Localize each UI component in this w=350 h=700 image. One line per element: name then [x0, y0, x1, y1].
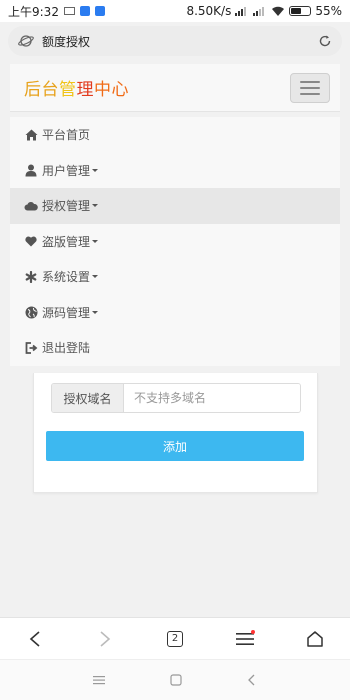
- caret-down-icon: [92, 204, 99, 208]
- network-speed: 8.50K/s: [186, 4, 232, 18]
- back-arrow-icon: [29, 630, 40, 647]
- menu-icon: [236, 632, 254, 645]
- browser-menu-button[interactable]: [225, 619, 265, 659]
- menu-item-5[interactable]: 系统设置: [10, 259, 340, 295]
- browser-toolbar: 2: [0, 617, 350, 659]
- domain-input[interactable]: [124, 384, 300, 412]
- status-time: 上午9:32: [8, 4, 59, 19]
- tab-count: 2: [167, 630, 183, 647]
- menu-item-label: 授权管理: [42, 199, 91, 214]
- signal-icon-2: [253, 7, 265, 16]
- caret-down-icon: [92, 168, 99, 172]
- battery-percent: 55%: [315, 4, 342, 18]
- top-navbar: 后台管理中心: [10, 64, 340, 112]
- recent-apps-icon[interactable]: [92, 675, 105, 685]
- home-outline-icon: [307, 630, 323, 647]
- home-square-icon[interactable]: [170, 674, 182, 686]
- app-notification-icon-2: [94, 6, 105, 16]
- menu-item-label: 平台首页: [42, 128, 91, 143]
- caret-down-icon: [92, 275, 99, 279]
- hamburger-bar: [300, 92, 320, 95]
- user-icon: [24, 163, 38, 177]
- hamburger-bar: [300, 80, 320, 83]
- add-button[interactable]: 添加: [46, 431, 304, 461]
- asterisk-icon: [24, 270, 38, 284]
- nav-menu: 平台首页用户管理授权管理盗版管理系统设置源码管理退出登陆: [10, 117, 340, 366]
- brand-title-part: 理: [76, 80, 94, 100]
- menu-item-label: 源码管理: [42, 305, 91, 320]
- brand-title-part: 中心: [94, 80, 129, 100]
- menu-item-label: 用户管理: [42, 163, 91, 178]
- domain-input-group: 授权域名: [51, 383, 301, 413]
- address-text: 额度授权: [42, 34, 91, 49]
- home-icon: [24, 128, 38, 142]
- address-bar[interactable]: 额度授权: [8, 26, 342, 56]
- brand-title-part: 管: [59, 80, 77, 100]
- home-button[interactable]: [295, 619, 335, 659]
- menu-item-3[interactable]: 授权管理: [10, 188, 340, 224]
- mail-icon: [63, 7, 75, 15]
- app-notification-icon: [79, 6, 90, 16]
- system-navigation-bar: [0, 659, 350, 700]
- domain-label: 授权域名: [52, 384, 124, 412]
- menu-item-7[interactable]: 退出登陆: [10, 330, 340, 366]
- battery-icon: [289, 6, 312, 16]
- reload-icon[interactable]: [318, 34, 332, 48]
- menu-item-2[interactable]: 用户管理: [10, 153, 340, 189]
- menu-toggle-button[interactable]: [290, 72, 330, 103]
- forward-arrow-icon: [100, 630, 111, 647]
- back-button[interactable]: [15, 619, 55, 659]
- status-bar: 上午9:32 8.50K/s 55%: [0, 0, 350, 22]
- authorize-form-card: 授权域名 添加: [33, 373, 318, 493]
- menu-item-6[interactable]: 源码管理: [10, 295, 340, 331]
- signal-icon: [235, 7, 247, 16]
- globe-icon: [24, 305, 38, 319]
- wifi-icon: [272, 6, 285, 16]
- brand-title-part: 后台: [24, 80, 59, 100]
- caret-down-icon: [92, 239, 99, 243]
- menu-item-label: 退出登陆: [42, 341, 91, 356]
- tabs-button[interactable]: 2: [155, 619, 195, 659]
- logout-icon: [24, 341, 38, 355]
- heart-icon: [24, 234, 38, 248]
- forward-button[interactable]: [85, 619, 125, 659]
- notification-dot: [251, 629, 255, 634]
- cloud-icon: [24, 199, 38, 213]
- menu-item-1[interactable]: 平台首页: [10, 117, 340, 153]
- planet-icon: [18, 35, 34, 47]
- menu-item-label: 盗版管理: [42, 234, 91, 249]
- menu-item-label: 系统设置: [42, 270, 91, 285]
- menu-item-4[interactable]: 盗版管理: [10, 224, 340, 260]
- caret-down-icon: [92, 310, 99, 314]
- brand-title[interactable]: 后台管理中心: [24, 75, 129, 100]
- system-back-icon[interactable]: [247, 674, 257, 686]
- hamburger-bar: [300, 86, 320, 89]
